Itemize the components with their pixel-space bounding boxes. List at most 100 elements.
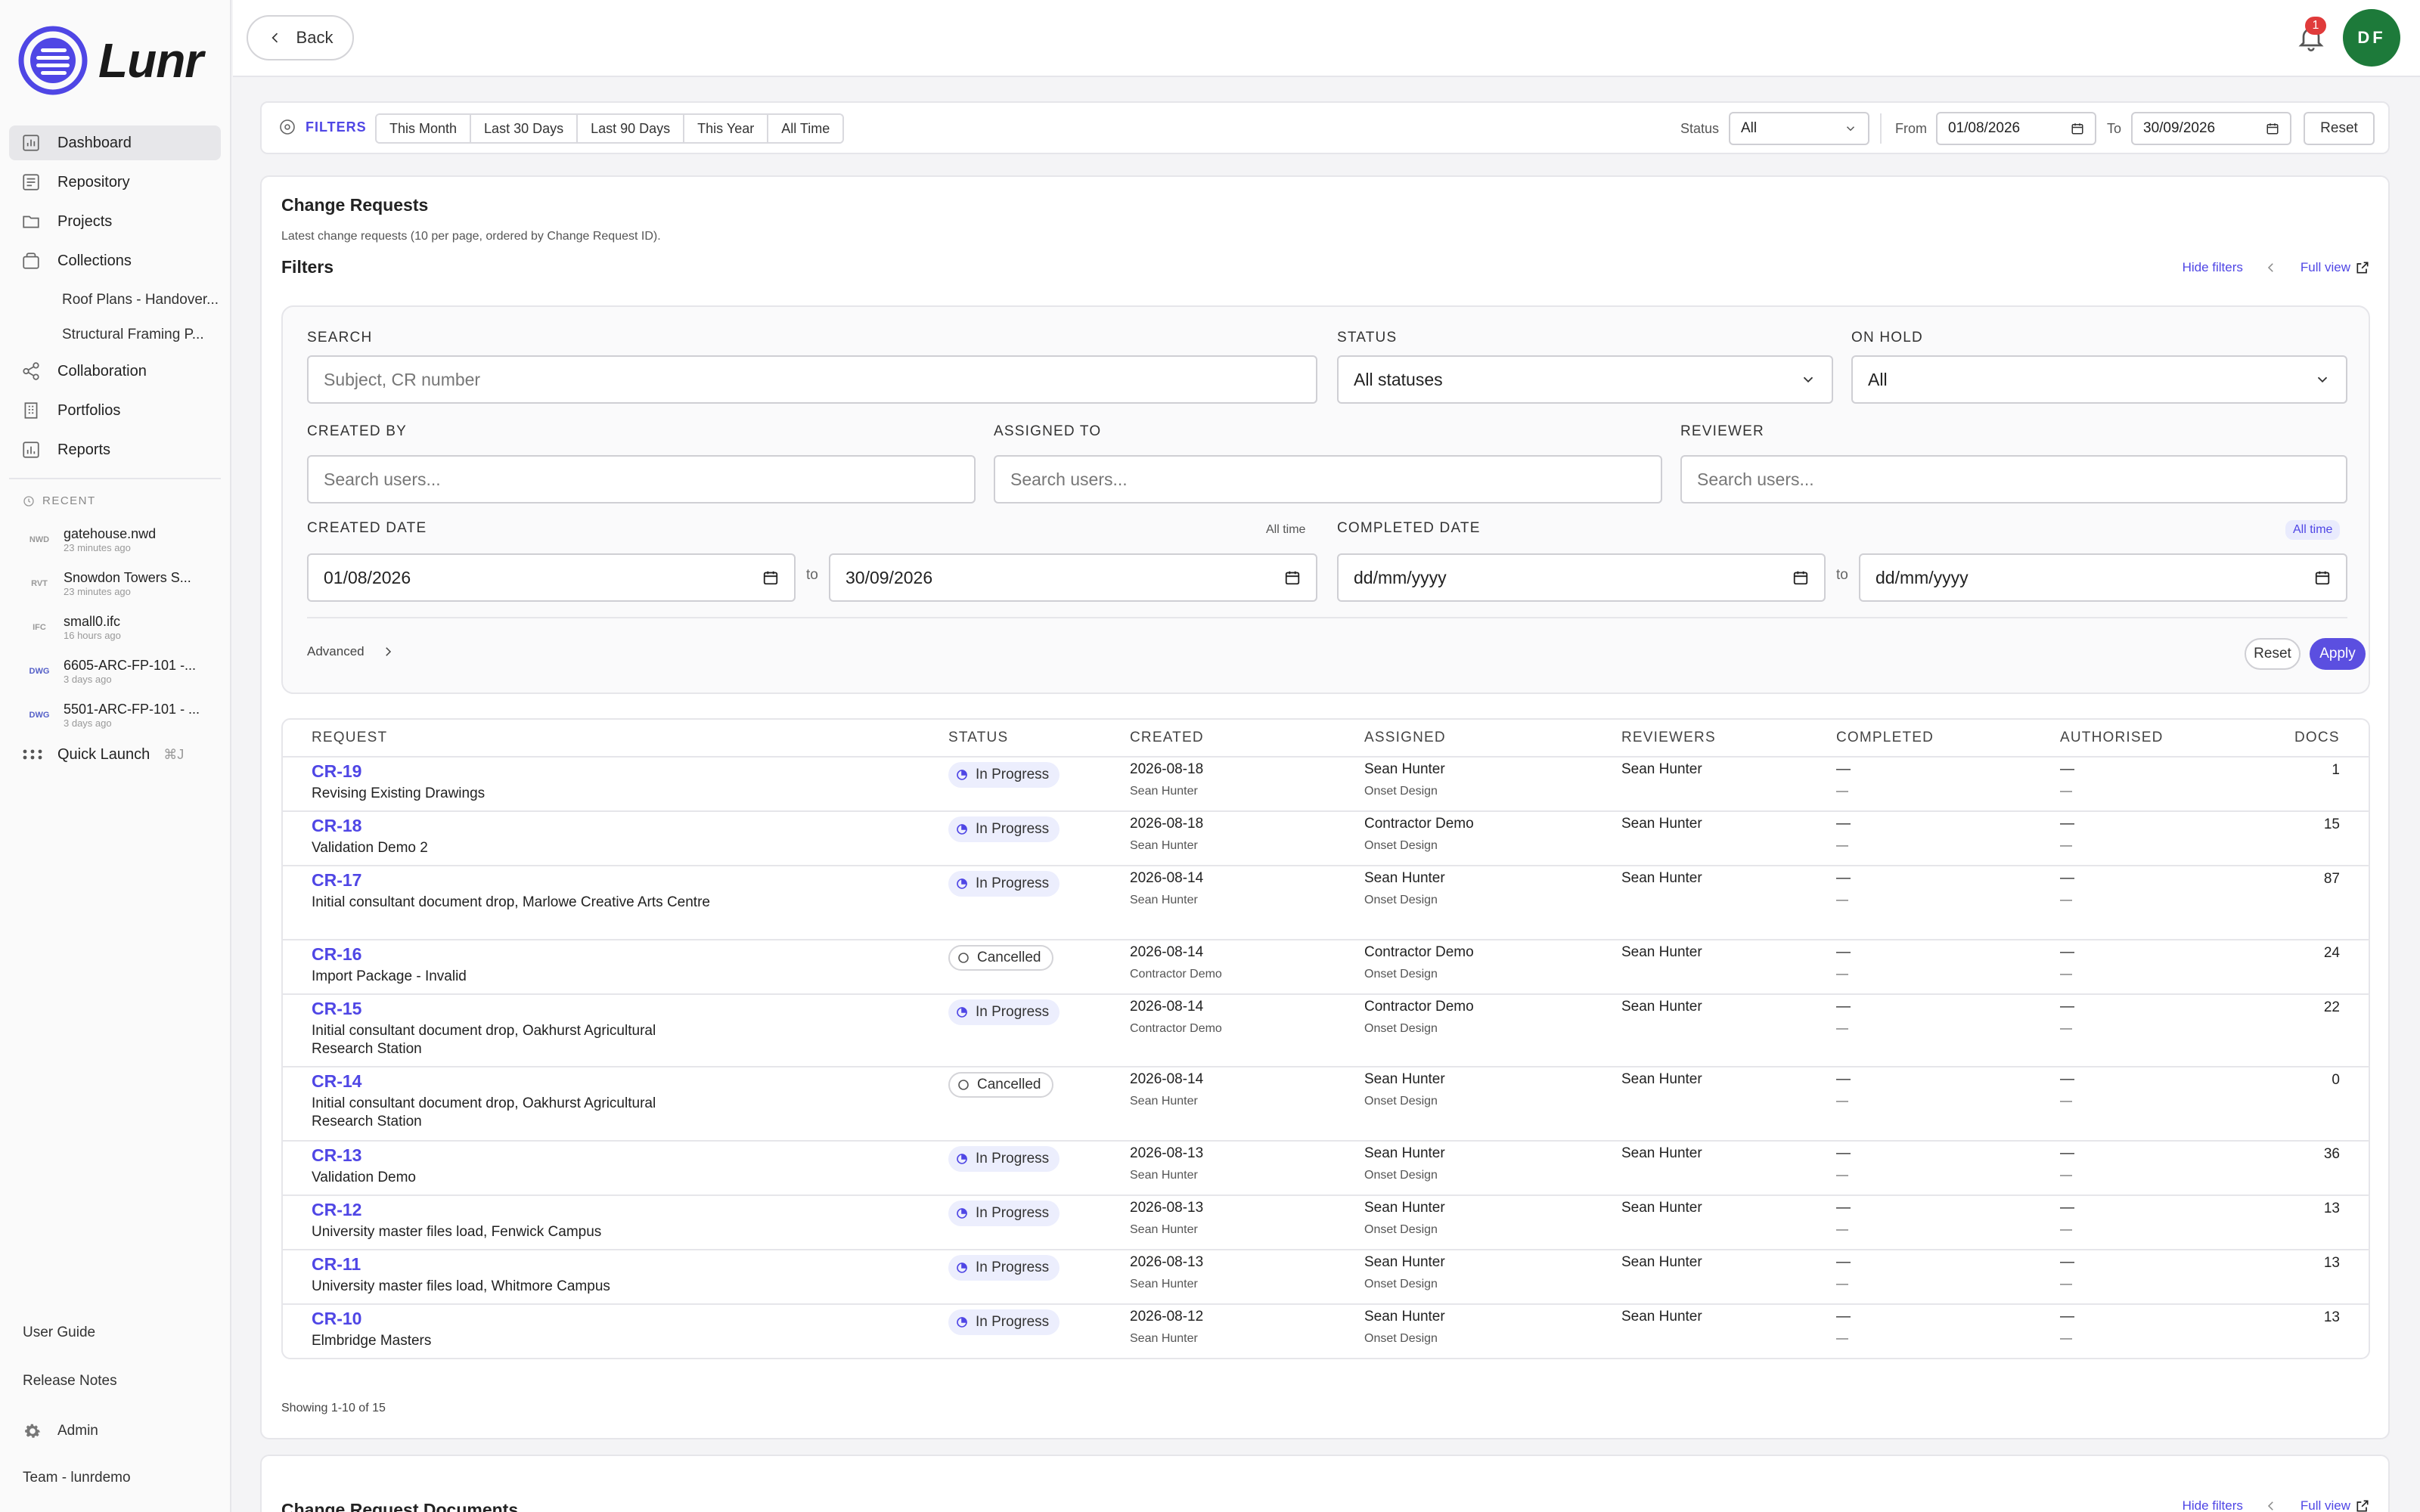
col-header-status[interactable]: STATUS — [948, 720, 1008, 756]
full-view-link[interactable]: Full view — [2301, 1498, 2350, 1512]
admin-link[interactable]: Admin — [23, 1421, 98, 1441]
nav-item-collections[interactable]: Collections — [9, 243, 221, 278]
range-last-90[interactable]: Last 90 Days — [578, 115, 685, 142]
created-all-time-pill[interactable]: All time — [1258, 520, 1313, 540]
col-header-authorised[interactable]: AUTHORISED — [2060, 720, 2164, 756]
table-row[interactable]: CR-11 University master files load, Whitm… — [283, 1250, 2369, 1305]
table-row[interactable]: CR-17 Initial consultant document drop, M… — [283, 866, 2369, 940]
nav-item-collaboration[interactable]: Collaboration — [9, 354, 221, 389]
nav-item-portfolios[interactable]: Portfolios — [9, 393, 221, 428]
quick-launch[interactable]: Quick Launch ⌘J — [9, 737, 221, 772]
recent-item[interactable]: RVT Snowdon Towers S... 23 minutes ago — [9, 562, 221, 606]
table-row[interactable]: CR-16 Import Package - Invalid Cancelled 20… — [283, 940, 2369, 995]
status-filter-select[interactable]: All statuses — [1337, 355, 1833, 404]
completed-from-date[interactable]: dd/mm/yyyy — [1337, 553, 1826, 602]
authorised-sub: — — [2060, 894, 2072, 906]
status-badge: Cancelled — [948, 1072, 1053, 1098]
release-notes-link[interactable]: Release Notes — [23, 1373, 117, 1390]
recent-item[interactable]: IFC small0.ifc 16 hours ago — [9, 606, 221, 649]
range-all-time[interactable]: All Time — [768, 115, 843, 142]
team-label[interactable]: Team - lunrdemo — [23, 1470, 131, 1486]
completed-sub: — — [1836, 894, 1848, 906]
table-row[interactable]: CR-13 Validation Demo In Progress 2026-08-1… — [283, 1142, 2369, 1196]
table-row[interactable]: CR-12 University master files load, Fenwi… — [283, 1196, 2369, 1250]
reviewer: Sean Hunter — [1621, 1071, 1702, 1087]
table-row[interactable]: CR-18 Validation Demo 2 In Progress 2026-08… — [283, 812, 2369, 866]
request-subject: Validation Demo 2 — [312, 840, 428, 856]
chevron-left-icon[interactable] — [2264, 261, 2278, 274]
hide-filters-link[interactable]: Hide filters — [2183, 260, 2243, 275]
collection-item[interactable]: Structural Framing P... — [9, 318, 221, 352]
logo-text: Lunr — [98, 33, 203, 88]
request-id-link[interactable]: CR-16 — [312, 943, 720, 965]
nav-item-projects[interactable]: Projects — [9, 204, 221, 239]
collection-item[interactable]: Roof Plans - Handover... — [9, 283, 221, 318]
recent-item[interactable]: NWD gatehouse.nwd 23 minutes ago — [9, 518, 221, 562]
range-last-30[interactable]: Last 30 Days — [471, 115, 579, 142]
range-this-month[interactable]: This Month — [377, 115, 472, 142]
table-row[interactable]: CR-15 Initial consultant document drop, O… — [283, 995, 2369, 1067]
table-row[interactable]: CR-10 Elmbridge Masters In Progress 2026-08… — [283, 1305, 2369, 1358]
table-row[interactable]: CR-19 Revising Existing Drawings In Progre… — [283, 758, 2369, 812]
recent-item[interactable]: DWG 6605-ARC-FP-101 -... 3 days ago — [9, 649, 221, 693]
user-guide-link[interactable]: User Guide — [23, 1325, 95, 1341]
folder-icon — [23, 215, 39, 228]
on-hold-select[interactable]: All — [1851, 355, 2347, 404]
created-date: 2026-08-14 — [1130, 999, 1204, 1015]
request-id-link[interactable]: CR-12 — [312, 1199, 720, 1220]
logo[interactable]: Lunr — [18, 26, 203, 95]
completed-value: — — [1836, 1145, 1851, 1161]
reviewer-input[interactable]: Search users... — [1680, 455, 2347, 503]
chevron-left-icon[interactable] — [2264, 1499, 2278, 1512]
range-this-year[interactable]: This Year — [684, 115, 769, 142]
nav-item-repository[interactable]: Repository — [9, 165, 221, 200]
hide-filters-link[interactable]: Hide filters — [2183, 1498, 2243, 1512]
request-id-link[interactable]: CR-11 — [312, 1253, 720, 1275]
created-date-label: CREATED DATE — [307, 520, 427, 536]
status-select[interactable]: All — [1729, 112, 1869, 145]
request-id-link[interactable]: CR-17 — [312, 869, 720, 891]
from-date-input[interactable]: 01/08/2026 — [1936, 112, 2096, 145]
created-by-input[interactable]: Search users... — [307, 455, 976, 503]
to-label: To — [2107, 121, 2122, 136]
request-id-link[interactable]: CR-19 — [312, 761, 720, 782]
created-to-date[interactable]: 30/09/2026 — [829, 553, 1317, 602]
request-id-link[interactable]: CR-13 — [312, 1145, 720, 1166]
col-header-request[interactable]: REQUEST — [312, 720, 387, 756]
request-id-link[interactable]: CR-18 — [312, 815, 720, 836]
request-id-link[interactable]: CR-10 — [312, 1308, 720, 1329]
search-input[interactable]: Subject, CR number — [307, 355, 1317, 404]
completed-to-date[interactable]: dd/mm/yyyy — [1859, 553, 2347, 602]
completed-all-time-pill[interactable]: All time — [2285, 520, 2341, 540]
filters-reset-button[interactable]: Reset — [2245, 638, 2301, 670]
col-header-created[interactable]: CREATED — [1130, 720, 1204, 756]
recent-item[interactable]: DWG 5501-ARC-FP-101 - ... 3 days ago — [9, 693, 221, 737]
nav-item-dashboard[interactable]: Dashboard — [9, 125, 221, 160]
created-from-date[interactable]: 01/08/2026 — [307, 553, 796, 602]
col-header-docs[interactable]: DOCS — [2294, 720, 2340, 756]
global-reset-button[interactable]: Reset — [2304, 112, 2375, 145]
back-button[interactable]: Back — [247, 15, 354, 60]
table-row[interactable]: CR-14 Initial consultant document drop, O… — [283, 1067, 2369, 1142]
calendar-icon — [763, 571, 778, 585]
reviewer: Sean Hunter — [1621, 944, 1702, 960]
col-header-completed[interactable]: COMPLETED — [1836, 720, 1934, 756]
to-date-input[interactable]: 30/09/2026 — [2131, 112, 2291, 145]
status-text: In Progress — [976, 1314, 1050, 1330]
col-header-reviewers[interactable]: REVIEWERS — [1621, 720, 1716, 756]
assigned-to-input[interactable]: Search users... — [994, 455, 1662, 503]
request-id-link[interactable]: CR-15 — [312, 998, 720, 1019]
created-by: Sean Hunter — [1130, 1169, 1198, 1182]
dashboard-icon — [23, 135, 39, 151]
filters-apply-button[interactable]: Apply — [2310, 638, 2366, 670]
full-view-link[interactable]: Full view — [2301, 260, 2350, 275]
chevron-left-icon — [271, 33, 278, 43]
status-text: In Progress — [976, 1004, 1050, 1020]
nav-item-reports[interactable]: Reports — [9, 432, 221, 467]
request-subject: Initial consultant document drop, Oakhur… — [312, 1095, 656, 1129]
col-header-assigned[interactable]: ASSIGNED — [1364, 720, 1446, 756]
advanced-toggle[interactable]: Advanced — [307, 644, 395, 659]
grid-dots-icon — [23, 749, 42, 760]
request-id-link[interactable]: CR-14 — [312, 1070, 720, 1092]
avatar[interactable]: DF — [2343, 9, 2400, 67]
